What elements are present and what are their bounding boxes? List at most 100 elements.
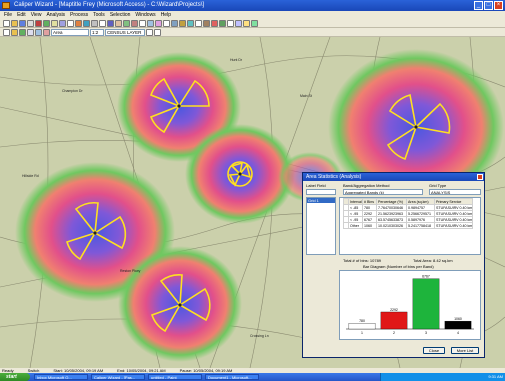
bar-chart-panel: 780 1 2292 2 6767 3 1060 4 [339,270,481,340]
chart-title: Bar Diagram (Number of bins per Band) [363,264,434,269]
taskbar-item-wizard[interactable]: Caliper Wizard - [Pas... [91,374,145,380]
layer-combo[interactable]: Area [51,28,89,36]
layer-icon[interactable] [35,28,42,36]
start-button[interactable]: start [0,373,30,381]
toolbar-tool-icon[interactable] [147,19,154,27]
toolbar-tool-icon[interactable] [27,19,34,27]
maximize-button[interactable]: □ [484,1,493,10]
new-icon[interactable] [3,28,10,36]
toolbar-tool-icon[interactable] [51,19,58,27]
chart-data-label: 2292 [390,308,398,312]
chart-data-label: 780 [359,319,365,323]
chart-bar [380,311,408,330]
menu-windows[interactable]: Windows [135,11,155,19]
chart-data-label: 1060 [454,317,462,321]
grid-type-select[interactable]: ANALYSIS [429,189,481,195]
toolbar-tool-icon[interactable] [19,19,26,27]
toolbar-tool-icon[interactable] [59,19,66,27]
scale-combo[interactable]: 1:2 [90,28,104,36]
chart-bar [444,320,472,330]
chart-category-label: 2 [393,331,395,335]
list-item[interactable]: Grid 1 [307,198,335,203]
pointer-icon[interactable] [146,28,153,36]
toolbar-tool-icon[interactable] [163,19,170,27]
select-icon[interactable] [154,28,161,36]
toolbar-tool-icon[interactable] [227,19,234,27]
street-label: Hunt Dr [230,58,243,62]
toolbar-tool-icon[interactable] [123,19,130,27]
dialog-close-icon[interactable] [477,174,483,180]
taskbar-item-document[interactable]: Document1 - Microsoft... [205,374,259,380]
toolbar-tool-icon[interactable] [67,19,74,27]
menu-analysis[interactable]: Analysis [46,11,65,19]
close-dialog-button[interactable]: Close [423,347,445,354]
dialog-title: Area Statistics (Analysis) [306,174,362,180]
zoom-icon[interactable] [27,28,34,36]
system-tray: 9:31 AM [380,373,505,381]
toolbar-tool-icon[interactable] [139,19,146,27]
chart-category-label: 1 [361,331,363,335]
app-icon [2,2,10,9]
toolbar-tool-icon[interactable] [179,19,186,27]
statistics-table-panel[interactable]: Interval # Bins Percentage (%) Area (sq.… [339,197,481,255]
toolbar-tool-icon[interactable] [115,19,122,27]
chart-icon[interactable] [43,28,50,36]
toolbar-tool-icon[interactable] [43,19,50,27]
table-cell: 10.0210303026 [376,222,407,229]
street-label: Main St [300,94,312,98]
menu-help[interactable]: Help [161,11,171,19]
toolbar-tool-icon[interactable] [91,19,98,27]
title-bar: Caliper Wizard - [Maptitle Frey (Microso… [0,0,505,11]
toolbar-tool-icon[interactable] [75,19,82,27]
toolbar-tool-icon[interactable] [243,19,250,27]
statistics-table: Interval # Bins Percentage (%) Area (sq.… [343,198,473,229]
toolbar-tool-icon[interactable] [83,19,90,27]
area-statistics-dialog: Area Statistics (Analysis) Label Field B… [302,172,485,358]
toolbar-tool-icon[interactable] [155,19,162,27]
more-list-button[interactable]: More List [451,347,479,354]
taskbar-item-paint[interactable]: untitled - Paint [148,374,202,380]
menu-tools[interactable]: Tools [93,11,105,19]
table-cell: STUFASUIRV 0.40 km [434,222,473,229]
toolbar-tool-icon[interactable] [203,19,210,27]
style-combo[interactable]: CENSUS LAYER [105,28,145,36]
toolbar-tool-icon[interactable] [171,19,178,27]
taskbar-item-inbox[interactable]: Inbox Microsoft O... [34,374,88,380]
toolbar-tool-icon[interactable] [3,19,10,27]
toolbar-tool-icon[interactable] [131,19,138,27]
toolbar-tool-icon[interactable] [195,19,202,27]
label-field-select[interactable] [306,189,336,195]
toolbar-tool-icon[interactable] [11,19,18,27]
menu-process[interactable]: Process [70,11,88,19]
street-label: Crossing Ln [250,334,269,338]
toolbar-tool-icon[interactable] [35,19,42,27]
minimize-button[interactable]: _ [474,1,483,10]
method-label: Band/Aggregation Method [343,183,390,188]
total-bins-text: Total # of bins: 10789 [343,258,382,263]
method-select[interactable]: Aggregated Bands (k) [343,189,423,195]
street-label: Champion Dr [62,89,83,93]
toolbar-tool-icon[interactable] [107,19,114,27]
toolbar-tool-icon[interactable] [99,19,106,27]
street-label: Hillside Rd [22,174,39,178]
toolbar-tool-icon[interactable] [219,19,226,27]
toolbar-tool-icon[interactable] [235,19,242,27]
check-icon[interactable] [19,28,26,36]
table-row[interactable]: Other 1060 10.0210303026 5.2417758418 ST… [343,222,473,229]
menu-edit[interactable]: Edit [17,11,26,19]
menu-view[interactable]: View [31,11,42,19]
dialog-title-bar: Area Statistics (Analysis) [303,173,484,181]
label-field-label: Label Field [306,183,326,188]
toolbar-tool-icon[interactable] [211,19,218,27]
open-icon[interactable] [11,28,18,36]
grid-type-label: Grid Type [429,183,447,188]
toolbar-tool-icon[interactable] [187,19,194,27]
main-toolbar [0,19,505,28]
window-title: Caliper Wizard - [Maptitle Frey (Microso… [14,2,205,8]
menu-selection[interactable]: Selection [110,11,131,19]
toolbar-tool-icon[interactable] [251,19,258,27]
close-button[interactable]: × [494,1,503,10]
grid-list[interactable]: Grid 1 [306,197,336,255]
menu-file[interactable]: File [4,11,12,19]
bar-chart: 780 1 2292 2 6767 3 1060 4 [346,275,474,335]
